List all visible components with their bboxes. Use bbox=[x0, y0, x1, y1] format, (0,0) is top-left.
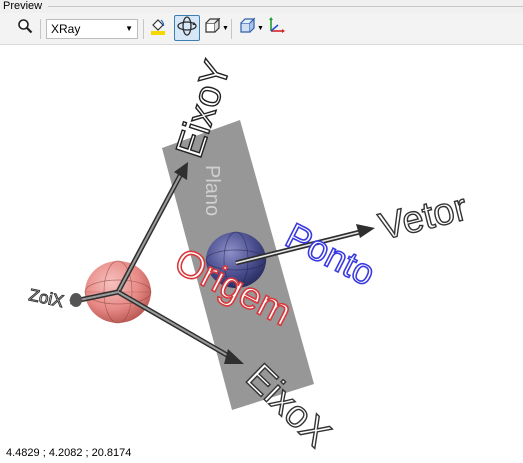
axes-button[interactable] bbox=[264, 16, 286, 41]
chevron-down-icon[interactable]: ▼ bbox=[257, 25, 264, 32]
cube-icon bbox=[203, 17, 221, 40]
render-mode-select[interactable]: XRay ▼ bbox=[46, 19, 138, 39]
toolbar-separator bbox=[231, 19, 232, 39]
3d-viewport[interactable]: Plano EixoY Vetor Ponto Origem EixoX Zoi… bbox=[0, 45, 523, 463]
coordinates-readout: 4.4829 ; 4.2082 ; 20.8174 bbox=[6, 447, 132, 459]
toolbar: XRay ▼ ▼ ▼ bbox=[0, 13, 523, 45]
projection-cube-icon bbox=[237, 16, 257, 41]
axis-z-label: ZoiX bbox=[27, 285, 65, 311]
panel-title: Preview bbox=[3, 0, 43, 12]
view-cube-button[interactable] bbox=[201, 17, 223, 39]
plane-label: Plano bbox=[201, 165, 223, 216]
fill-color-button[interactable] bbox=[147, 17, 169, 39]
toolbar-separator bbox=[143, 19, 144, 39]
projection-button[interactable] bbox=[236, 17, 258, 39]
toolbar-separator bbox=[40, 19, 41, 39]
paint-bucket-icon bbox=[148, 16, 168, 41]
render-mode-value: XRay bbox=[51, 22, 81, 36]
scene-canvas[interactable]: Plano EixoY Vetor Ponto Origem EixoX Zoi… bbox=[0, 45, 523, 463]
axes-icon bbox=[265, 16, 285, 41]
zoom-button[interactable] bbox=[14, 17, 36, 39]
chevron-down-icon: ▼ bbox=[125, 24, 133, 33]
chevron-down-icon[interactable]: ▼ bbox=[222, 25, 229, 32]
vector-label: Vetor bbox=[375, 186, 472, 248]
rotate-icon bbox=[176, 15, 198, 42]
magnifier-icon bbox=[17, 18, 33, 39]
rotate-button[interactable] bbox=[174, 15, 200, 41]
panel-border bbox=[48, 6, 523, 7]
